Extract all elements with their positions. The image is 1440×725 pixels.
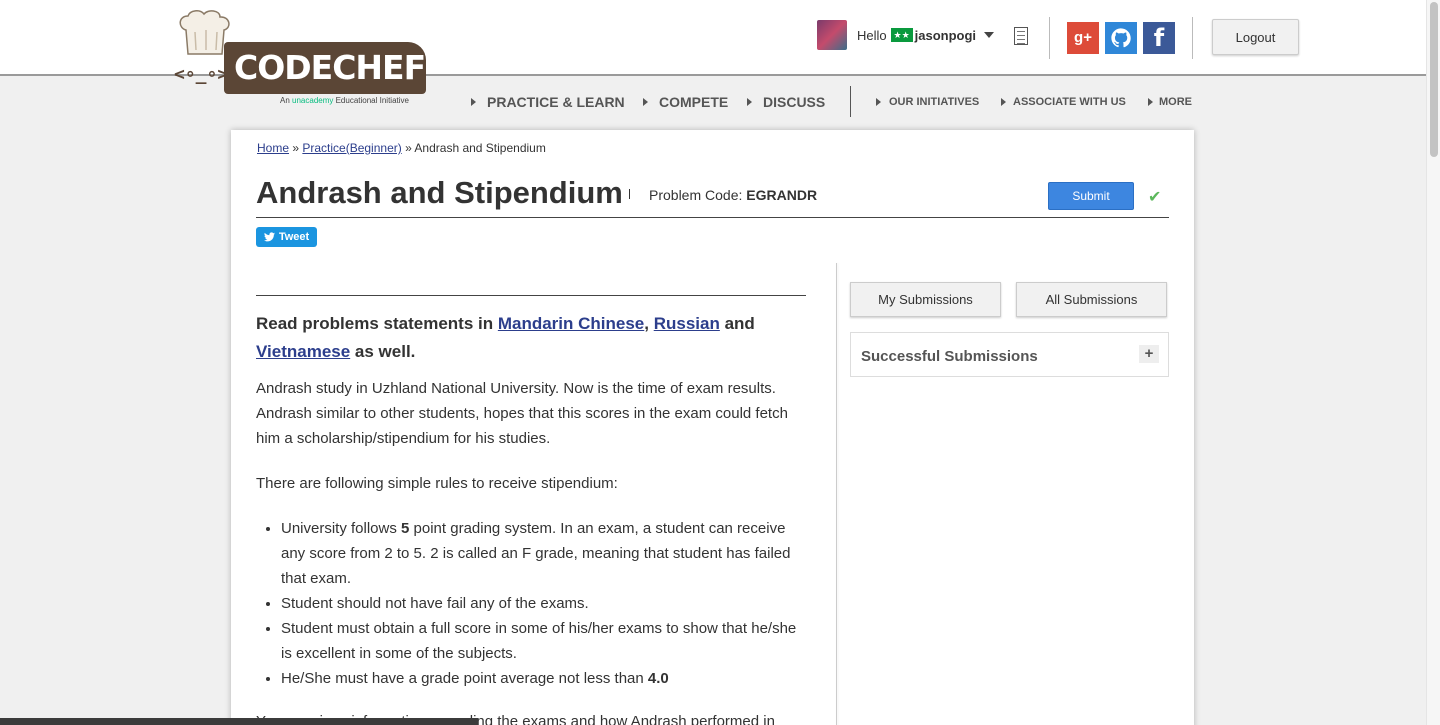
hello-text: Hello (857, 27, 887, 43)
header-divider (1049, 17, 1050, 59)
column-divider (836, 263, 837, 725)
successful-submissions-heading: Successful Submissions (861, 348, 1038, 365)
link-mandarin[interactable]: Mandarin Chinese (498, 314, 644, 333)
breadcrumb-home[interactable]: Home (257, 141, 289, 155)
username[interactable]: jasonpogi (915, 28, 976, 43)
link-russian[interactable]: Russian (654, 314, 720, 333)
triangle-right-icon (876, 98, 881, 106)
my-submissions-button[interactable]: My Submissions (850, 282, 1001, 317)
codechef-logo[interactable]: CODECHEF <∘_∘> An unacademy Educational … (172, 10, 432, 110)
nav-more[interactable]: MORE (1148, 96, 1192, 108)
breadcrumb-current: Andrash and Stipendium (414, 141, 546, 155)
nav-compete[interactable]: COMPETE (643, 94, 728, 110)
list-item: Student should not have fail any of the … (281, 591, 806, 616)
chevron-down-icon[interactable] (984, 32, 995, 38)
browser-status-bar (0, 718, 478, 725)
page-scrollbar[interactable] (1426, 0, 1440, 725)
statement-rule (256, 295, 806, 296)
link-vietnamese[interactable]: Vietnamese (256, 342, 350, 361)
triangle-right-icon (643, 98, 648, 106)
problem-code: Problem Code: EGRANDR (649, 187, 818, 203)
page-title: Andrash and Stipendium (256, 175, 623, 210)
expand-icon[interactable]: + (1139, 345, 1159, 363)
country-flag-icon: ★★ (890, 28, 913, 42)
header-divider (1192, 17, 1193, 59)
title-rule (256, 217, 1169, 218)
triangle-right-icon (1148, 98, 1153, 106)
problem-statement: Read problems statements in Mandarin Chi… (256, 295, 806, 725)
breadcrumb-practice[interactable]: Practice(Beginner) (302, 141, 401, 155)
logo-tagline: An unacademy Educational Initiative (280, 96, 409, 105)
breadcrumb: Home » Practice(Beginner) » Andrash and … (257, 141, 546, 155)
triangle-right-icon (471, 98, 476, 106)
user-menu[interactable]: Hello ★★ jasonpogi (817, 20, 995, 50)
translations-notice: Read problems statements in Mandarin Chi… (256, 314, 755, 361)
avatar[interactable] (817, 20, 847, 50)
statement-paragraph: There are following simple rules to rece… (256, 475, 618, 492)
github-icon[interactable] (1105, 22, 1137, 54)
facebook-icon[interactable]: f (1143, 22, 1175, 54)
nav-discuss[interactable]: DISCUSS (747, 94, 825, 110)
list-item: He/She must have a grade point average n… (281, 666, 806, 691)
nav-our-initiatives[interactable]: OUR INITIATIVES (876, 96, 979, 108)
problem-panel: Home » Practice(Beginner) » Andrash and … (231, 130, 1194, 725)
successful-submissions-box[interactable]: Successful Submissions + (850, 332, 1169, 377)
triangle-right-icon (1001, 98, 1006, 106)
statement-paragraph: Andrash study in Uzhland National Univer… (256, 380, 788, 447)
logout-button[interactable]: Logout (1212, 19, 1299, 55)
triangle-right-icon (747, 98, 752, 106)
nav-divider (850, 86, 851, 117)
list-item: University follows 5 point grading syste… (281, 516, 806, 591)
title-divider (629, 189, 630, 199)
list-item: Student must obtain a full score in some… (281, 616, 806, 666)
google-plus-icon[interactable]: g+ (1067, 22, 1099, 54)
logo-wordmark: CODECHEF (234, 48, 426, 87)
scrollbar-thumb[interactable] (1430, 2, 1438, 157)
mustache-face-icon: <∘_∘> (174, 64, 229, 85)
rules-list: University follows 5 point grading syste… (256, 516, 806, 691)
check-icon: ✔ (1148, 189, 1162, 206)
submit-button[interactable]: Submit (1048, 182, 1134, 210)
tweet-button[interactable]: Tweet (256, 227, 317, 247)
all-submissions-button[interactable]: All Submissions (1016, 282, 1167, 317)
twitter-bird-icon (263, 232, 275, 242)
nav-practice[interactable]: PRACTICE & LEARN (471, 94, 625, 110)
nav-associate[interactable]: ASSOCIATE WITH US (1001, 96, 1126, 108)
document-icon[interactable] (1014, 27, 1028, 45)
